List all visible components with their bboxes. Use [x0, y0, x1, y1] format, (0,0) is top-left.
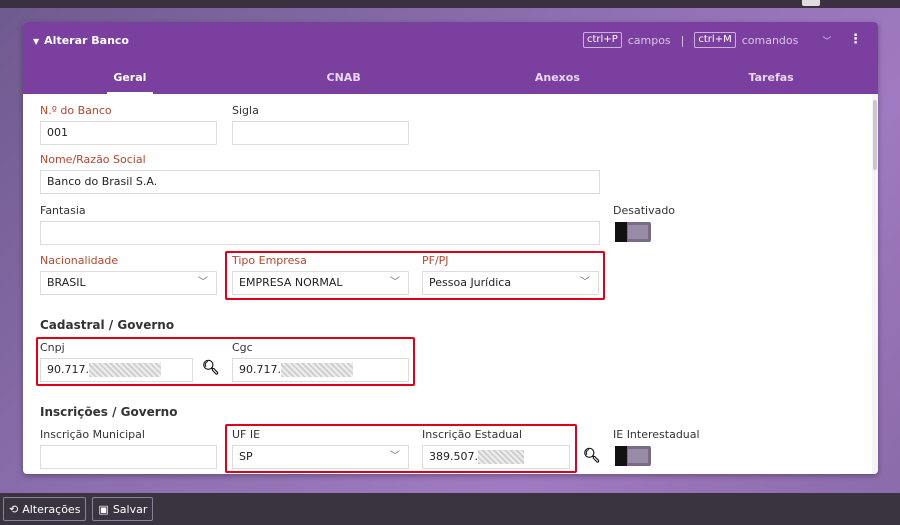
- toggle-track: [628, 225, 648, 239]
- cgc-value: 90.717.: [239, 363, 281, 376]
- pf-pj-field: PF/PJ Pessoa Jurídica ﹀: [422, 254, 599, 295]
- scrollbar-thumb[interactable]: [873, 100, 877, 170]
- inscricao-estadual-value: 389.507.: [429, 450, 478, 463]
- tab-tarefas[interactable]: Tarefas: [664, 68, 878, 94]
- nacionalidade-value: BRASIL: [47, 276, 86, 289]
- inscricao-municipal-input[interactable]: [40, 445, 217, 469]
- razao-social-label: Nome/Razão Social: [40, 153, 146, 166]
- chevron-down-icon[interactable]: ﹀: [822, 34, 831, 47]
- shortcut-key-commands: ctrl+M: [694, 32, 736, 48]
- cgc-input[interactable]: 90.717.: [232, 358, 409, 382]
- redacted-block: [477, 450, 524, 464]
- tipo-empresa-value: EMPRESA NORMAL: [239, 276, 343, 289]
- tipo-empresa-select[interactable]: EMPRESA NORMAL ﹀: [232, 271, 409, 295]
- inscricao-estadual-field: Inscrição Estadual 389.507.: [422, 428, 570, 469]
- numero-banco-label: N.º do Banco: [40, 104, 112, 117]
- sigla-field: Sigla: [232, 104, 409, 145]
- tab-bar: Geral CNAB Anexos Tarefas: [23, 68, 878, 94]
- pf-pj-select[interactable]: Pessoa Jurídica ﹀: [422, 271, 599, 295]
- salvar-label: Salvar: [112, 502, 148, 516]
- cnpj-value: 90.717.: [47, 363, 89, 376]
- alteracoes-button[interactable]: ⟲ Alterações: [3, 497, 87, 521]
- chevron-down-icon: ﹀: [390, 451, 400, 462]
- panel-title-text: Alterar Banco: [44, 34, 129, 47]
- panel-title[interactable]: ▼ Alterar Banco: [33, 34, 129, 47]
- search-icon[interactable]: 🔍︎: [583, 448, 601, 464]
- panel-header: ▼ Alterar Banco ctrl+P campos | ctrl+M co…: [23, 22, 878, 94]
- fantasia-label: Fantasia: [40, 204, 86, 217]
- cgc-field: Cgc 90.717.: [232, 341, 409, 382]
- cnpj-label: Cnpj: [40, 341, 65, 354]
- uf-ie-field: UF IE SP ﹀: [232, 428, 409, 469]
- pf-pj-value: Pessoa Jurídica: [429, 276, 512, 289]
- fantasia-input[interactable]: [40, 221, 600, 245]
- cnpj-input[interactable]: 90.717.: [40, 358, 193, 382]
- window-control[interactable]: [802, 0, 820, 6]
- numero-banco-input[interactable]: 001: [40, 121, 217, 145]
- ie-interestadual-field: IE Interestadual: [613, 428, 733, 442]
- ie-interestadual-toggle[interactable]: [615, 446, 651, 466]
- shortcut-text-commands: comandos: [741, 33, 799, 47]
- cnpj-field: Cnpj 90.717.: [40, 341, 193, 382]
- nacionalidade-select[interactable]: BRASIL ﹀: [40, 271, 217, 295]
- sigla-label: Sigla: [232, 104, 259, 117]
- razao-social-field: Nome/Razão Social Banco do Brasil S.A.: [40, 153, 600, 194]
- shortcut-separator: |: [680, 33, 685, 47]
- tab-cnab[interactable]: CNAB: [237, 68, 451, 94]
- alteracoes-label: Alterações: [22, 502, 81, 516]
- inscricao-estadual-label: Inscrição Estadual: [422, 428, 523, 441]
- cadastral-section-title: Cadastral / Governo: [40, 318, 175, 332]
- toggle-knob: [615, 222, 627, 242]
- fantasia-field: Fantasia: [40, 204, 600, 245]
- razao-social-input[interactable]: Banco do Brasil S.A.: [40, 170, 600, 194]
- chevron-down-icon: ﹀: [580, 277, 590, 288]
- tipo-empresa-field: Tipo Empresa EMPRESA NORMAL ﹀: [232, 254, 409, 295]
- redacted-block: [89, 363, 161, 377]
- top-bar: [0, 0, 900, 8]
- tab-geral[interactable]: Geral: [23, 68, 237, 94]
- pf-pj-label: PF/PJ: [422, 254, 449, 267]
- shortcut-key-fields: ctrl+P: [583, 32, 622, 48]
- uf-ie-label: UF IE: [232, 428, 261, 441]
- history-icon: ⟲: [9, 502, 19, 516]
- shortcut-hints: ctrl+P campos | ctrl+M comandos ﹀: [543, 30, 835, 50]
- sigla-input[interactable]: [232, 121, 409, 145]
- tipo-empresa-label: Tipo Empresa: [232, 254, 307, 267]
- more-options-icon[interactable]: ⋮: [849, 32, 862, 47]
- alterar-banco-panel: ▼ Alterar Banco ctrl+P campos | ctrl+M co…: [23, 22, 878, 474]
- inscricao-municipal-field: Inscrição Municipal: [40, 428, 217, 469]
- search-icon[interactable]: 🔍︎: [202, 360, 220, 376]
- uf-ie-value: SP: [239, 450, 253, 463]
- tab-anexos[interactable]: Anexos: [451, 68, 665, 94]
- nacionalidade-field: Nacionalidade BRASIL ﹀: [40, 254, 217, 295]
- desativado-field: Desativado: [613, 204, 733, 218]
- uf-ie-select[interactable]: SP ﹀: [232, 445, 409, 469]
- desativado-toggle[interactable]: [615, 222, 651, 242]
- collapse-caret-icon[interactable]: ▼: [33, 37, 39, 46]
- desativado-label: Desativado: [613, 204, 676, 217]
- salvar-button[interactable]: ▣ Salvar: [92, 497, 154, 521]
- chevron-down-icon: ﹀: [198, 277, 208, 288]
- nacionalidade-label: Nacionalidade: [40, 254, 119, 267]
- toggle-track: [628, 449, 648, 463]
- form-content: N.º do Banco 001 Sigla Nome/Razão Social…: [23, 94, 878, 474]
- inscricao-municipal-label: Inscrição Municipal: [40, 428, 145, 441]
- redacted-block: [281, 363, 353, 377]
- inscricao-estadual-input[interactable]: 389.507.: [422, 445, 570, 469]
- inscricoes-section-title: Inscrições / Governo: [40, 405, 178, 419]
- chevron-down-icon: ﹀: [390, 277, 400, 288]
- shortcut-text-fields: campos: [627, 33, 671, 47]
- toggle-knob: [615, 446, 627, 466]
- cgc-label: Cgc: [232, 341, 253, 354]
- footer-bar: ⟲ Alterações ▣ Salvar: [0, 493, 900, 525]
- save-icon: ▣: [98, 502, 109, 516]
- ie-interestadual-label: IE Interestadual: [613, 428, 700, 441]
- numero-banco-field: N.º do Banco 001: [40, 104, 217, 145]
